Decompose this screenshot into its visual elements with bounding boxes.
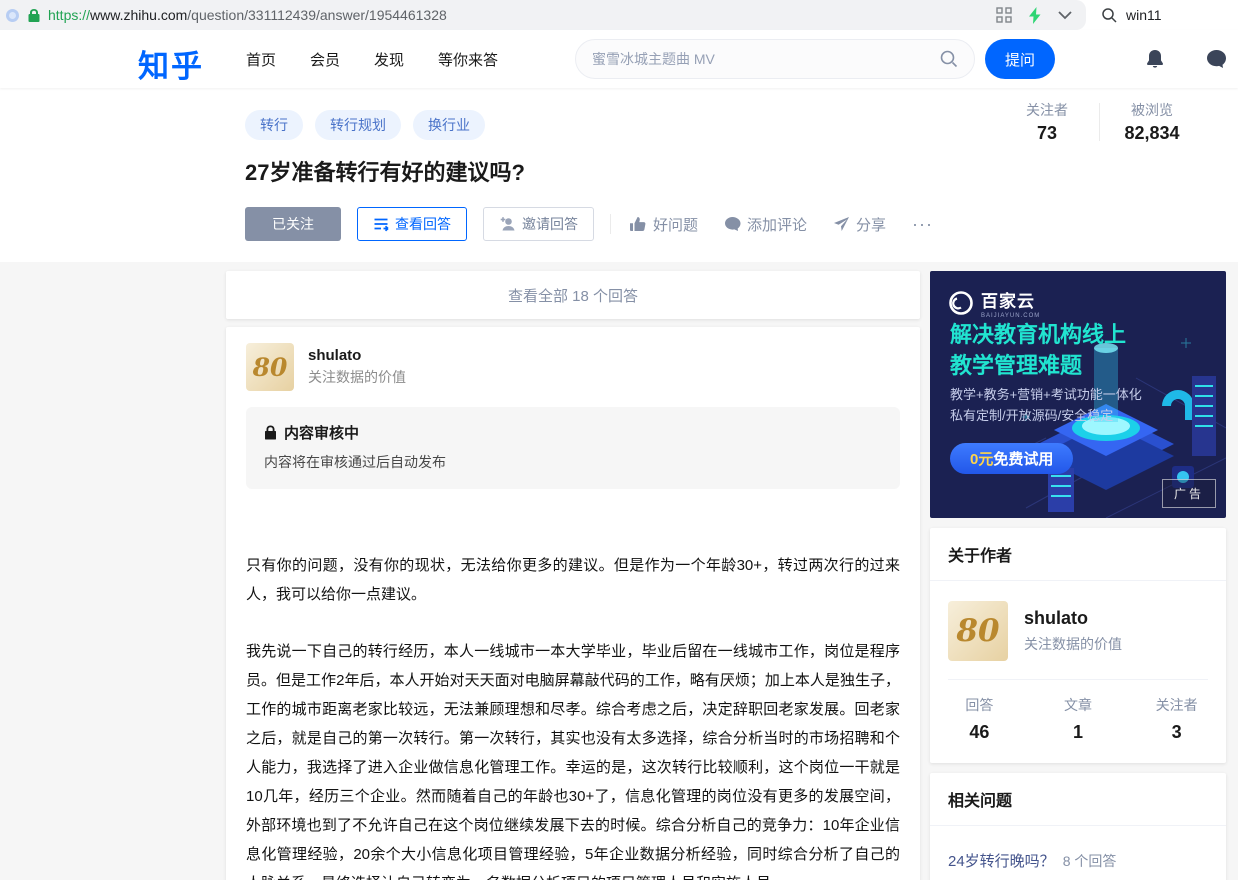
comment-icon — [725, 217, 741, 231]
question-stats: 关注者 73 被浏览 82,834 — [1011, 100, 1188, 144]
notifications-bell-icon[interactable] — [1144, 48, 1166, 71]
related-questions-card: 相关问题 24岁转行晚吗？8 个回答 感觉现在工作没前途，30了转行没方向，有什… — [930, 773, 1226, 880]
lock-icon — [265, 425, 276, 440]
browser-bar: https://www.zhihu.com/question/331112439… — [0, 0, 1238, 30]
about-author-title: 关于作者 — [930, 528, 1226, 581]
author-avatar[interactable]: 80 — [246, 343, 294, 391]
search-icon[interactable] — [940, 50, 958, 68]
good-question-button[interactable]: 好问题 — [629, 214, 698, 235]
answer-author-row: 80 shulato 关注数据的价值 — [246, 343, 900, 391]
ad-subtext: 教学+教务+营销+考试功能一体化 私有定制/开放源码/安全稳定 — [950, 387, 1142, 423]
ad-brand-name: 百家云 — [981, 292, 1035, 311]
chevron-down-icon[interactable] — [1058, 10, 1072, 20]
author-name[interactable]: shulato — [1024, 608, 1122, 629]
zhihu-logo[interactable]: 知乎 — [138, 41, 204, 86]
question-header: 转行 转行规划 换行业 27岁准备转行有好的建议吗? 关注者 73 被浏览 82… — [0, 88, 1238, 262]
author-avatar[interactable]: 80 — [948, 601, 1008, 661]
related-question-item[interactable]: 24岁转行晚吗？ 8 个回答 — [948, 848, 1208, 875]
more-actions-button[interactable]: ··· — [912, 214, 933, 235]
topic-tag[interactable]: 转行 — [245, 110, 303, 140]
qr-code-icon[interactable] — [996, 7, 1012, 23]
answers-icon — [374, 218, 389, 231]
review-notice-title: 内容审核中 — [284, 425, 360, 442]
author-stats: 回答 46 文章 1 关注者 3 — [930, 680, 1226, 763]
articles-stat[interactable]: 文章 1 — [1029, 695, 1128, 743]
views-stat: 被浏览 82,834 — [1124, 102, 1180, 143]
nav-item-waiting[interactable]: 等你来答 — [438, 49, 498, 70]
site-search-value: 蜜雪冰城主题曲 MV — [592, 51, 715, 67]
answer-paragraph: 我先说一下自己的转行经历，本人一线城市一本大学毕业，毕业后留在一线城市工作，岗位… — [246, 643, 900, 880]
ask-question-button[interactable]: 提问 — [985, 39, 1055, 79]
nav-item-discover[interactable]: 发现 — [374, 49, 404, 70]
answer-card: 80 shulato 关注数据的价值 内容审核中 内容将在审核通过后自动发布 只… — [226, 327, 920, 880]
share-button[interactable]: 分享 — [833, 214, 886, 235]
ad-label: 广告 — [1161, 479, 1216, 508]
ad-headline: 解决教育机构线上 教学管理难题 — [950, 322, 1127, 378]
question-title: 27岁准备转行有好的建议吗? — [245, 160, 525, 185]
ad-brand-rings-icon — [949, 291, 973, 315]
site-search-input[interactable]: 蜜雪冰城主题曲 MV — [575, 39, 975, 79]
sidebar: 百家云 BAIJIAYUN.COM 解决教育机构线上 教学管理难题 教学+教务+… — [930, 271, 1226, 880]
browser-search-text: win11 — [1126, 7, 1162, 23]
ad-cta-button[interactable]: 0元 免费试用 — [950, 443, 1074, 474]
review-notice: 内容审核中 内容将在审核通过后自动发布 — [246, 407, 900, 489]
followers-stat[interactable]: 关注者 73 — [1011, 100, 1083, 144]
question-actions: 已关注 查看回答 邀请回答 好问题 添加评论 分享 ··· — [245, 207, 1238, 241]
messages-icon[interactable] — [1205, 48, 1228, 70]
answer-text: 只有你的问题，没有你的现状，无法给你更多的建议。但是作为一个年龄30+，转过两次… — [246, 551, 900, 880]
ad-logo: 百家云 BAIJIAYUN.COM — [948, 287, 1040, 319]
actions-divider — [610, 214, 611, 234]
add-comment-button[interactable]: 添加评论 — [724, 214, 807, 235]
review-notice-desc: 内容将在审核通过后自动发布 — [264, 454, 446, 470]
tab-audio-icon[interactable] — [6, 8, 19, 22]
invite-answer-button[interactable]: 邀请回答 — [483, 207, 594, 241]
search-icon — [1102, 7, 1117, 23]
site-header: 知乎 首页 会员 发现 等你来答 蜜雪冰城主题曲 MV 提问 — [0, 30, 1238, 88]
browser-search[interactable]: win11 — [1086, 0, 1238, 30]
topic-tag[interactable]: 转行规划 — [315, 110, 401, 140]
page-content: 查看全部 18 个回答 80 shulato 关注数据的价值 内容审核中 内容将… — [0, 262, 1238, 880]
nav-item-membership[interactable]: 会员 — [310, 49, 340, 70]
thumb-up-icon — [630, 216, 646, 231]
nav-item-home[interactable]: 首页 — [246, 49, 276, 70]
topic-tag[interactable]: 换行业 — [413, 110, 485, 140]
main-nav: 首页 会员 发现 等你来答 — [246, 30, 498, 88]
url-text: https://www.zhihu.com/question/331112439… — [48, 7, 447, 23]
related-questions-title: 相关问题 — [930, 773, 1226, 826]
author-bio: 关注数据的价值 — [308, 369, 406, 385]
stats-divider — [1099, 103, 1100, 141]
followed-button[interactable]: 已关注 — [245, 207, 341, 241]
answer-paragraph: 只有你的问题，没有你的现状，无法给你更多的建议。但是作为一个年龄30+，转过两次… — [246, 557, 900, 603]
followers-stat[interactable]: 关注者 3 — [1127, 695, 1226, 743]
ad-banner[interactable]: 百家云 BAIJIAYUN.COM 解决教育机构线上 教学管理难题 教学+教务+… — [930, 271, 1226, 518]
view-answers-button[interactable]: 查看回答 — [357, 207, 467, 241]
address-bar[interactable]: https://www.zhihu.com/question/331112439… — [0, 0, 1086, 30]
share-plane-icon — [834, 217, 850, 231]
invite-person-icon — [500, 217, 515, 231]
author-bio: 关注数据的价值 — [1024, 636, 1122, 652]
author-name[interactable]: shulato — [308, 347, 406, 364]
about-author-card: 关于作者 80 shulato 关注数据的价值 回答 46 文章 1 关注者 3 — [930, 528, 1226, 763]
secure-lock-icon[interactable] — [27, 8, 41, 23]
answers-stat[interactable]: 回答 46 — [930, 695, 1029, 743]
view-all-answers-bar[interactable]: 查看全部 18 个回答 — [226, 271, 920, 319]
flash-bolt-icon[interactable] — [1028, 6, 1042, 24]
main-column: 查看全部 18 个回答 80 shulato 关注数据的价值 内容审核中 内容将… — [226, 271, 920, 880]
